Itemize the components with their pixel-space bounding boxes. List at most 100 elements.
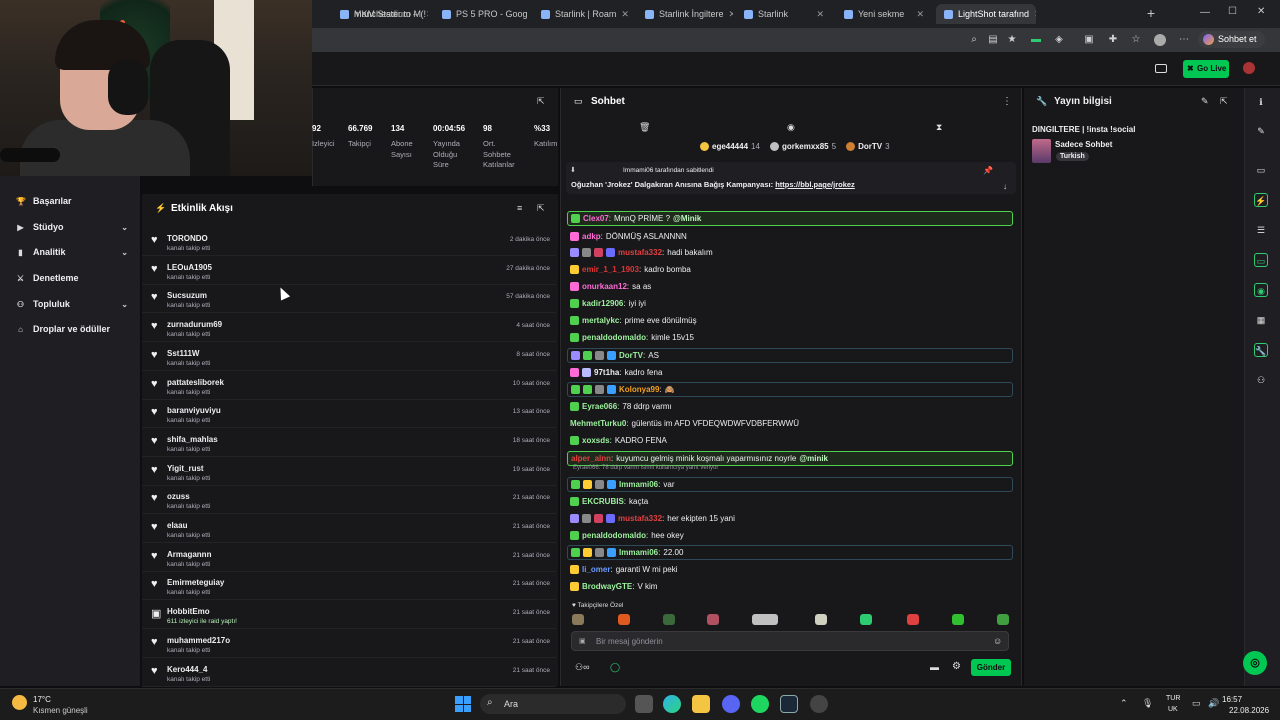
go-live-button[interactable]: Go Live <box>1183 60 1229 78</box>
sidebar-item[interactable]: ⚔ Denetleme <box>16 271 128 285</box>
feed-item[interactable]: ♥ LEOuA1905 kanalı takip etti 27 dakika önc… <box>142 257 556 285</box>
points-icon[interactable]: ◯ <box>610 662 620 673</box>
feed-item[interactable]: ♥ elaau kanalı takip etti 21 saat önce <box>142 515 556 543</box>
feed-item-name[interactable]: ozuss <box>167 492 190 501</box>
video-icon[interactable]: ▭ <box>1254 163 1268 177</box>
chat-input-placeholder[interactable]: Bir mesaj gönderin <box>596 637 663 646</box>
chat-username[interactable]: emir_1_1_1903 <box>582 265 639 274</box>
help-button[interactable]: ◎ <box>1243 651 1267 675</box>
chat-message[interactable]: Immami06:22.00 <box>567 545 1013 560</box>
top-chatter[interactable]: gorkemxx85 5 <box>769 142 836 151</box>
chat-username[interactable]: onurkaan12 <box>582 282 627 291</box>
feed-item[interactable]: ♥ Kero444_4 kanalı takip etti 21 saat önce <box>142 659 556 687</box>
chat-username[interactable]: 97t1ha <box>594 368 619 377</box>
sidebar-item[interactable]: ▮ Analitik ⌄ <box>16 245 128 259</box>
spotify-icon[interactable] <box>751 695 769 713</box>
chat-username[interactable]: DorTV <box>619 351 643 360</box>
gear-icon[interactable]: ⚙ <box>952 661 961 672</box>
file-explorer-icon[interactable] <box>692 695 710 713</box>
feed-item-name[interactable]: zurnadurum69 <box>167 320 222 329</box>
feed-item[interactable]: ♥ shifa_mahlas kanalı takip etti 18 saat ön… <box>142 429 556 457</box>
new-tab-button[interactable]: + <box>1144 6 1158 20</box>
chat-message[interactable]: Kolonya99: 🙈 <box>567 382 1013 397</box>
region-label[interactable]: UK <box>1168 706 1178 713</box>
browser-tab[interactable]: LightShot tarafınd ✕ <box>936 4 1036 24</box>
feed-item[interactable]: ♥ Sst111W kanalı takip etti 8 saat önce <box>142 343 556 371</box>
taskbar-search[interactable] <box>480 694 626 714</box>
chat-username[interactable]: Eyrae066 <box>582 402 617 411</box>
list-icon[interactable]: ☰ <box>1254 223 1268 237</box>
windows-start-icon[interactable] <box>455 696 471 712</box>
feed-item[interactable]: ♥ baranviyuviyu kanalı takip etti 13 saat ö… <box>142 400 556 429</box>
feed-item[interactable]: ♥ TORONDO kanalı takip etti 2 dakika önce <box>142 228 556 256</box>
feed-item[interactable]: ♥ Yigit_rust kanalı takip etti 19 saat önce <box>142 458 556 486</box>
chat-username[interactable]: Immami06 <box>619 548 658 557</box>
chat-username[interactable]: BrodwayGTE <box>582 582 632 591</box>
category-name[interactable]: Sadece Sohbet <box>1055 140 1112 149</box>
chat-message[interactable]: Clex07: MnnQ PRİME ? @Minik <box>567 211 1013 226</box>
emote-icon[interactable] <box>815 614 827 625</box>
chevron-down-icon[interactable]: ⌄ <box>121 300 128 309</box>
sidebar-item[interactable]: ⌂ Droplar ve ödüller <box>16 322 128 336</box>
avatar[interactable] <box>1243 62 1255 74</box>
chat-bubble-icon[interactable]: ◉ <box>787 122 795 133</box>
chat-message[interactable]: onurkaan12: sa as <box>570 279 1012 294</box>
chat-icon[interactable]: ▭ <box>1254 253 1268 267</box>
zoom-icon[interactable]: ⌕ <box>968 34 980 46</box>
clock-date[interactable]: 22.08.2026 <box>1229 706 1269 715</box>
sidebar-item[interactable]: ▶ Stüdyo ⌄ <box>16 220 128 234</box>
emote-icon[interactable] <box>752 614 778 625</box>
sidebar-item[interactable]: ⚇ Topluluk ⌄ <box>16 297 128 311</box>
weather-desc[interactable]: Kısmen güneşli <box>33 706 88 715</box>
emote-icon[interactable] <box>707 614 719 625</box>
delete-icon[interactable]: 🗑 <box>639 122 650 133</box>
close-tab-icon[interactable]: ✕ <box>816 9 824 20</box>
emote-icon[interactable] <box>663 614 675 625</box>
chat-username[interactable]: Kolonya99 <box>619 385 659 394</box>
feed-item[interactable]: ▣ HobbitEmo 611 izleyici ile raid yaptı! 21… <box>142 601 556 630</box>
discord-icon[interactable] <box>722 695 740 713</box>
sidebar-item[interactable]: 🏆 Başarılar <box>16 194 128 208</box>
filter-icon[interactable]: ≡ <box>517 203 522 213</box>
feed-item[interactable]: ♥ ozuss kanalı takip etti 21 saat önce <box>142 486 556 515</box>
chat-message[interactable]: 97t1ha: kadro fena <box>570 365 1012 380</box>
chevron-down-icon[interactable]: ⌄ <box>121 248 128 257</box>
chat-message[interactable]: mustafa332: her ekipten 15 yani <box>570 511 1012 526</box>
feed-item-name[interactable]: Sucsuzum <box>167 291 207 300</box>
extensions-puzzle-icon[interactable]: ✚ <box>1107 34 1119 46</box>
weather-icon[interactable] <box>12 695 27 710</box>
chat-message[interactable]: mustafa332: hadi bakalım <box>570 245 1012 260</box>
chat-message[interactable]: BrodwayGTE: V kim <box>570 579 1012 594</box>
close-window-button[interactable]: ✕ <box>1257 6 1265 17</box>
close-tab-icon[interactable]: ✕ <box>916 9 924 20</box>
emote-icon[interactable] <box>860 614 872 625</box>
wrench-icon[interactable]: 🔧 <box>1254 343 1268 357</box>
feed-item-name[interactable]: LEOuA1905 <box>167 263 212 272</box>
chat-copilot-button[interactable]: Sohbet et <box>1198 31 1265 48</box>
feed-item-name[interactable]: Emirmeteguiay <box>167 578 224 587</box>
chat-username[interactable]: MehmetTurku0 <box>570 419 626 428</box>
top-chatter[interactable]: ege44444 14 <box>700 142 760 151</box>
close-tab-icon[interactable]: ✕ <box>621 9 629 20</box>
feed-item-name[interactable]: muhammed217o <box>167 636 230 645</box>
feed-item[interactable]: ♥ pattatesliborek kanalı takip etti 10 saat… <box>142 372 556 400</box>
chat-message[interactable]: li_omer: garanti W mi peki <box>570 562 1012 577</box>
favorites-icon[interactable]: ☆ <box>1130 34 1142 46</box>
popout-icon[interactable]: ⇱ <box>537 203 545 214</box>
chevron-up-icon[interactable]: ⌃ <box>1120 698 1128 709</box>
browser-tab[interactable]: Starlink İngiltere ✕ <box>637 4 733 24</box>
chevron-down-icon[interactable]: ⌄ <box>121 223 128 232</box>
close-tab-icon[interactable]: ✕ <box>426 9 428 20</box>
chat-username[interactable]: Immami06 <box>619 480 658 489</box>
edit-icon[interactable]: ✎ <box>1254 124 1268 138</box>
chat-username[interactable]: xoxsds <box>582 436 610 445</box>
feed-item-name[interactable]: baranviyuviyu <box>167 406 221 415</box>
chat-username[interactable]: penaldodomaldo <box>582 333 646 342</box>
feed-item[interactable]: ♥ zurnadurum69 kanalı takip etti 4 saat önc… <box>142 314 556 343</box>
browser-tab[interactable]: manchester to M ✕ <box>332 4 428 24</box>
chat-username[interactable]: mustafa332 <box>618 514 662 523</box>
edge-browser-icon[interactable] <box>663 695 681 713</box>
reader-icon[interactable]: ▤ <box>987 34 999 46</box>
weather-temp[interactable]: 17°C <box>33 695 51 704</box>
emote-icon[interactable] <box>952 614 964 625</box>
